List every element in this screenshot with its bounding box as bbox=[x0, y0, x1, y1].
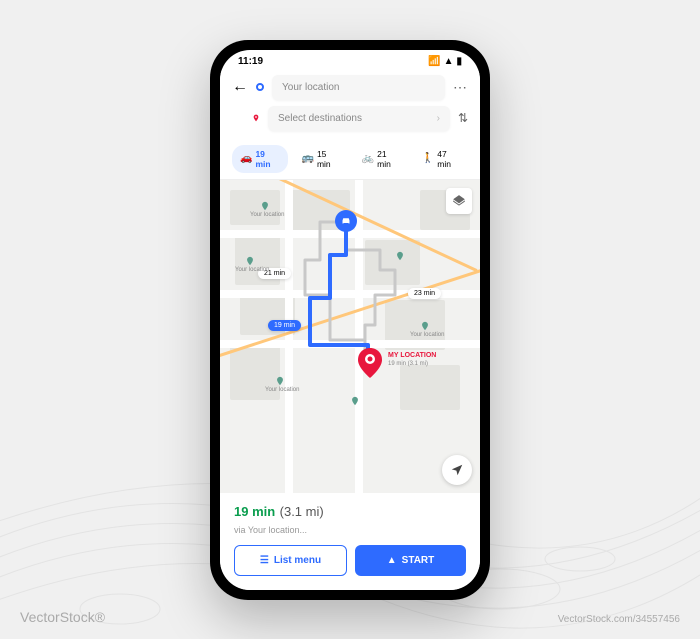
more-menu-button[interactable]: ⋯ bbox=[453, 79, 468, 96]
main-time-badge: 19 min bbox=[268, 320, 301, 331]
poi-pin-icon bbox=[245, 255, 255, 267]
destination-marker[interactable] bbox=[335, 210, 357, 232]
chevron-right-icon: › bbox=[437, 113, 440, 124]
poi-label: Your location bbox=[265, 387, 299, 393]
wifi-icon: ▲ bbox=[444, 56, 454, 67]
poi-label: Your location bbox=[250, 212, 284, 218]
route-via: via Your location... bbox=[234, 525, 466, 535]
start-button[interactable]: ▲ START bbox=[355, 545, 466, 576]
origin-dot-icon bbox=[256, 83, 264, 91]
poi-pin-icon bbox=[395, 250, 405, 262]
poi-pin-icon bbox=[350, 395, 360, 407]
mode-car[interactable]: 🚗19 min bbox=[232, 145, 288, 173]
navigate-icon: ▲ bbox=[387, 555, 397, 566]
car-icon bbox=[340, 215, 352, 227]
my-location-subtitle: 19 min (3.1 mi) bbox=[388, 361, 428, 367]
status-icons: 📶 ▲ ▮ bbox=[428, 56, 462, 67]
origin-input[interactable]: Your location bbox=[272, 75, 445, 100]
route-indicator bbox=[256, 83, 264, 91]
screen: 11:19 📶 ▲ ▮ ← Your location ⋯ Select des… bbox=[220, 50, 480, 590]
poi-pin-icon bbox=[275, 375, 285, 387]
list-icon: ☰ bbox=[260, 555, 269, 566]
bike-icon: 🚲 bbox=[362, 153, 374, 164]
route-distance: (3.1 mi) bbox=[280, 504, 324, 519]
navigation-arrow-icon bbox=[450, 463, 464, 477]
layers-button[interactable] bbox=[446, 188, 472, 214]
poi-pin-icon bbox=[420, 320, 430, 332]
locate-me-button[interactable] bbox=[442, 455, 472, 485]
map-view[interactable]: 21 min 23 min 19 min Your location Your … bbox=[220, 180, 480, 493]
travel-modes: 🚗19 min 🚌15 min 🚲21 min 🚶47 min bbox=[220, 139, 480, 180]
swap-button[interactable]: ⇅ bbox=[458, 111, 468, 125]
location-pin-icon bbox=[358, 348, 382, 378]
signal-icon: 📶 bbox=[428, 56, 440, 67]
image-id: VectorStock.com/34557456 bbox=[558, 614, 680, 625]
poi-pin-icon bbox=[260, 200, 270, 212]
search-header: ← Your location ⋯ Select destinations › … bbox=[220, 69, 480, 139]
origin-marker[interactable] bbox=[358, 348, 382, 383]
destination-input[interactable]: Select destinations › bbox=[268, 106, 450, 131]
status-bar: 11:19 📶 ▲ ▮ bbox=[220, 50, 480, 69]
my-location-label: MY LOCATION bbox=[388, 352, 436, 359]
destination-pin-icon bbox=[252, 114, 260, 122]
layers-icon bbox=[452, 194, 466, 208]
phone-frame: 11:19 📶 ▲ ▮ ← Your location ⋯ Select des… bbox=[210, 40, 490, 600]
route-footer: 19 min (3.1 mi) via Your location... ☰ L… bbox=[220, 493, 480, 590]
destination-placeholder: Select destinations bbox=[278, 113, 362, 124]
walk-icon: 🚶 bbox=[422, 153, 434, 164]
poi-label: Your location bbox=[235, 267, 269, 273]
back-button[interactable]: ← bbox=[232, 78, 248, 96]
route-time: 19 min bbox=[234, 504, 275, 519]
status-time: 11:19 bbox=[238, 56, 263, 67]
alt-time-badge-2: 23 min bbox=[408, 288, 441, 299]
watermark: VectorStock® bbox=[20, 609, 105, 625]
mode-walk[interactable]: 🚶47 min bbox=[414, 145, 468, 173]
battery-icon: ▮ bbox=[456, 56, 462, 67]
transit-icon: 🚌 bbox=[302, 153, 314, 164]
poi-label: Your location bbox=[410, 332, 444, 338]
mode-transit[interactable]: 🚌15 min bbox=[294, 145, 348, 173]
car-icon: 🚗 bbox=[240, 153, 252, 164]
mode-bike[interactable]: 🚲21 min bbox=[354, 145, 408, 173]
list-menu-button[interactable]: ☰ List menu bbox=[234, 545, 347, 576]
